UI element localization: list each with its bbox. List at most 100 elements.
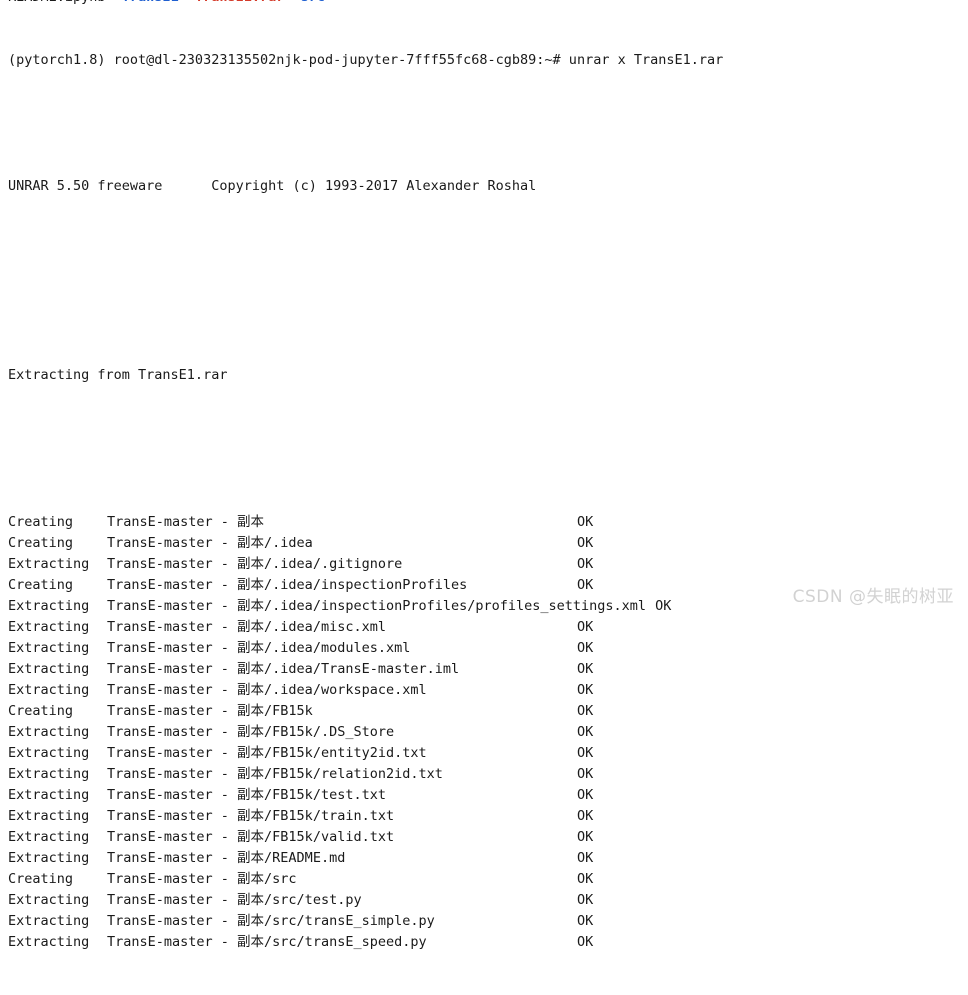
extraction-action: Extracting — [8, 682, 90, 698]
extraction-status: OK — [577, 850, 594, 866]
extracting-from-line: Extracting from TransE1.rar — [8, 367, 228, 383]
listing-directory-1: TransE1 — [122, 0, 179, 5]
extraction-status: OK — [577, 892, 594, 908]
extraction-action: Extracting — [8, 598, 90, 614]
extraction-row: Extracting TransE-master - 副本/FB15k/entit… — [8, 743, 958, 764]
extraction-row: Extracting TransE-master - 副本/FB15k/valid… — [8, 827, 958, 848]
extraction-row: Extracting TransE-master - 副本/src/transE_… — [8, 932, 958, 953]
extraction-row: Extracting TransE-master - 副本/FB15k/test.… — [8, 785, 958, 806]
extraction-row: Creating TransE-master - 副本 OK — [8, 512, 958, 533]
extraction-status: OK — [577, 934, 594, 950]
extraction-status: OK — [577, 682, 594, 698]
extraction-action: Creating — [8, 703, 74, 719]
extraction-path: TransE-master - 副本/.idea/inspectionProfi… — [107, 577, 468, 593]
extraction-path: TransE-master - 副本/FB15k — [107, 703, 313, 719]
extraction-path: TransE-master - 副本/README.md — [107, 850, 346, 866]
extraction-path: TransE-master - 副本/src — [107, 871, 297, 887]
shell-prompt-command-line: (pytorch1.8) root@dl-230323135502njk-pod… — [8, 52, 724, 68]
extraction-path: TransE-master - 副本/.idea/modules.xml — [107, 640, 411, 656]
extraction-status: OK — [577, 829, 594, 845]
extraction-action: Extracting — [8, 724, 90, 740]
listing-directory-5: src — [301, 0, 325, 5]
extraction-path: TransE-master - 副本/.idea/workspace.xml — [107, 682, 427, 698]
extraction-row: Extracting TransE-master - 副本/README.md OK — [8, 848, 958, 869]
extraction-path: TransE-master - 副本/src/transE_simple.py — [107, 913, 435, 929]
extraction-action: Extracting — [8, 829, 90, 845]
extraction-action: Extracting — [8, 766, 90, 782]
extraction-status: OK — [577, 514, 594, 530]
extraction-action: Extracting — [8, 619, 90, 635]
extraction-status: OK — [577, 577, 594, 593]
extraction-action: Extracting — [8, 850, 90, 866]
extraction-action: Extracting — [8, 787, 90, 803]
extraction-path: TransE-master - 副本/.idea/misc.xml — [107, 619, 386, 635]
extraction-row: Extracting TransE-master - 副本/FB15k/train… — [8, 806, 958, 827]
extraction-path: TransE-master - 副本/.idea/.gitignore — [107, 556, 403, 572]
extraction-status: OK — [577, 661, 594, 677]
terminal-output-pane[interactable]: README.ipynb TransE1 TransE1.rar src (py… — [0, 0, 968, 950]
extraction-action: Extracting — [8, 892, 90, 908]
extraction-row: Extracting TransE-master - 副本/.idea/.giti… — [8, 554, 958, 575]
extraction-row: Creating TransE-master - 副本/src OK — [8, 869, 958, 890]
extraction-row: Extracting TransE-master - 副本/.idea/modul… — [8, 638, 958, 659]
extraction-path: TransE-master - 副本/FB15k/train.txt — [107, 808, 395, 824]
listing-text-0: README.ipynb — [8, 0, 122, 5]
listing-archive-3: TransE1.rar — [195, 0, 284, 5]
extraction-path: TransE-master - 副本/src/test.py — [107, 892, 362, 908]
extraction-row: Creating TransE-master - 副本/FB15k OK — [8, 701, 958, 722]
extraction-action: Extracting — [8, 556, 90, 572]
extraction-action: Creating — [8, 577, 74, 593]
extraction-entry-list: Creating TransE-master - 副本 OK Creating Tran… — [8, 512, 958, 953]
extraction-path: TransE-master - 副本/FB15k/test.txt — [107, 787, 386, 803]
extraction-status: OK — [577, 535, 594, 551]
extraction-action: Extracting — [8, 661, 90, 677]
extraction-action: Creating — [8, 871, 74, 887]
extraction-status: OK — [577, 808, 594, 824]
extraction-path: TransE-master - 副本/.idea/TransE-master.i… — [107, 661, 460, 677]
extraction-path: TransE-master - 副本/.idea/inspectionProfi… — [107, 598, 647, 614]
listing-text-4 — [284, 0, 300, 5]
extraction-status: OK — [577, 787, 594, 803]
extraction-path: TransE-master - 副本/FB15k/entity2id.txt — [107, 745, 427, 761]
extraction-status: OK — [577, 745, 594, 761]
extraction-row: Extracting TransE-master - 副本/FB15k/relat… — [8, 764, 958, 785]
extraction-status: OK — [577, 619, 594, 635]
extraction-action: Extracting — [8, 934, 90, 950]
extraction-action: Creating — [8, 514, 74, 530]
extraction-row: Extracting TransE-master - 副本/FB15k/.DS_S… — [8, 722, 958, 743]
extraction-status: OK — [577, 724, 594, 740]
extraction-action: Extracting — [8, 913, 90, 929]
extraction-status: OK — [577, 871, 594, 887]
extraction-action: Extracting — [8, 640, 90, 656]
extraction-row: Extracting TransE-master - 副本/.idea/works… — [8, 680, 958, 701]
extraction-row: Extracting TransE-master - 副本/src/test.py… — [8, 890, 958, 911]
extraction-status: OK — [577, 640, 594, 656]
extraction-path: TransE-master - 副本/src/transE_speed.py — [107, 934, 427, 950]
listing-text-2 — [179, 0, 195, 5]
previous-ls-listing-line: README.ipynb TransE1 TransE1.rar src — [8, 0, 325, 8]
extraction-action: Extracting — [8, 808, 90, 824]
extraction-status: OK — [577, 703, 594, 719]
extraction-action: Creating — [8, 535, 74, 551]
extraction-path: TransE-master - 副本 — [107, 514, 265, 530]
extraction-row: Extracting TransE-master - 副本/src/transE_… — [8, 911, 958, 932]
extraction-action: Extracting — [8, 745, 90, 761]
extraction-row: Extracting TransE-master - 副本/.idea/misc.… — [8, 617, 958, 638]
unrar-banner-line: UNRAR 5.50 freeware Copyright (c) 1993-2… — [8, 178, 537, 194]
extraction-status: OK — [577, 913, 594, 929]
extraction-path: TransE-master - 副本/.idea — [107, 535, 313, 551]
extraction-path: TransE-master - 副本/FB15k/valid.txt — [107, 829, 395, 845]
extraction-status: OK — [655, 598, 672, 614]
extraction-row: Creating TransE-master - 副本/.idea OK — [8, 533, 958, 554]
csdn-watermark: CSDN @失眠的树亚 — [792, 587, 954, 607]
extraction-status: OK — [577, 556, 594, 572]
extraction-path: TransE-master - 副本/FB15k/relation2id.txt — [107, 766, 443, 782]
terminal-scrollback: (pytorch1.8) root@dl-230323135502njk-pod… — [8, 8, 958, 995]
extraction-row: Extracting TransE-master - 副本/.idea/Trans… — [8, 659, 958, 680]
extraction-path: TransE-master - 副本/FB15k/.DS_Store — [107, 724, 395, 740]
extraction-status: OK — [577, 766, 594, 782]
